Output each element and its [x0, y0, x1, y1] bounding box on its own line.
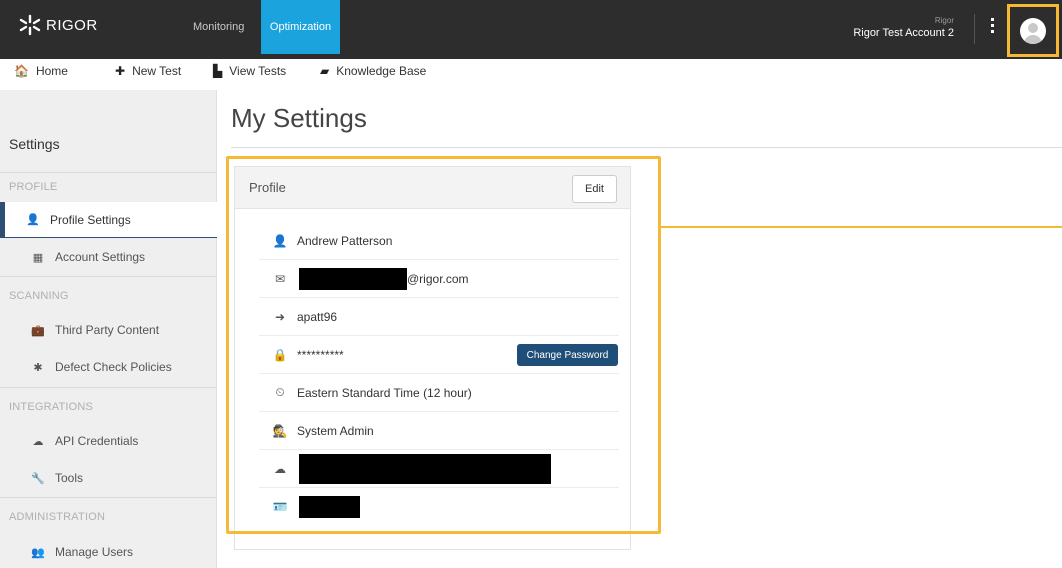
sidebar-item-api-credentials[interactable]: ☁ API Credentials: [0, 423, 217, 459]
section-administration: ADMINISTRATION: [9, 511, 106, 523]
section-scanning: SCANNING: [9, 290, 69, 302]
sidebar-item-label: Defect Check Policies: [55, 360, 172, 374]
account-org-label: Rigor: [934, 16, 954, 25]
rigor-logo-icon: [19, 14, 41, 36]
nav-optimization[interactable]: Optimization: [261, 0, 340, 54]
section-integrations: INTEGRATIONS: [9, 401, 94, 413]
avatar-highlight: [1007, 4, 1059, 57]
sub-nav: 🏠 Home ✚ New Test ▙ View Tests ▰ Knowled…: [0, 59, 1062, 85]
subnav-new-test[interactable]: ✚ New Test: [115, 64, 181, 78]
cloud-icon: ☁: [32, 435, 44, 448]
users-icon: 👥: [31, 546, 45, 559]
nav-monitoring[interactable]: Monitoring: [193, 0, 244, 54]
top-bar: RIGOR Monitoring Optimization Rigor Rigo…: [0, 0, 1062, 59]
briefcase-icon: 💼: [31, 324, 45, 337]
sidebar-item-tools[interactable]: 🔧 Tools: [0, 460, 217, 496]
settings-sidebar: Settings PROFILE 👤 Profile Settings ▦ Ac…: [0, 90, 217, 568]
sidebar-item-profile-settings[interactable]: 👤 Profile Settings: [0, 202, 217, 238]
book-icon: ▰: [320, 64, 330, 78]
brand-logo[interactable]: RIGOR: [18, 14, 98, 36]
sidebar-title: Settings: [9, 136, 60, 152]
subnav-knowledge-base-label: Knowledge Base: [336, 64, 427, 78]
subnav-home-label: Home: [35, 64, 68, 78]
sidebar-item-label: Manage Users: [55, 545, 134, 559]
sidebar-item-label: Third Party Content: [55, 323, 160, 337]
grid-icon: ▦: [32, 251, 44, 264]
page-title: My Settings: [231, 103, 367, 133]
user-icon: 👤: [26, 214, 40, 226]
sidebar-divider: [0, 172, 217, 173]
subnav-view-tests[interactable]: ▙ View Tests: [213, 64, 286, 78]
sidebar-item-label: API Credentials: [55, 434, 139, 448]
subnav-knowledge-base[interactable]: ▰ Knowledge Base: [320, 64, 426, 78]
sidebar-divider: [0, 497, 217, 498]
avatar[interactable]: [1020, 18, 1046, 44]
home-icon: 🏠: [14, 64, 29, 78]
sidebar-divider: [0, 276, 217, 277]
highlight-connector: [661, 226, 1062, 228]
bug-icon: ✱: [33, 361, 43, 374]
bar-chart-icon: ▙: [213, 64, 223, 78]
subnav-view-tests-label: View Tests: [229, 64, 287, 78]
sidebar-item-label: Profile Settings: [50, 212, 131, 227]
account-name[interactable]: Rigor Test Account 2: [853, 27, 954, 39]
sidebar-item-third-party-content[interactable]: 💼 Third Party Content: [0, 312, 217, 348]
title-divider: [231, 147, 1062, 148]
wrench-icon: 🔧: [31, 472, 45, 485]
subnav-home[interactable]: 🏠 Home: [14, 64, 68, 78]
sidebar-item-label: Account Settings: [55, 250, 146, 264]
section-profile: PROFILE: [9, 181, 58, 193]
profile-highlight: [226, 156, 661, 534]
sidebar-item-label: Tools: [55, 471, 84, 485]
kebab-menu-icon[interactable]: [990, 18, 996, 36]
brand-name: RIGOR: [46, 16, 98, 34]
sidebar-item-manage-users[interactable]: 👥 Manage Users: [0, 534, 217, 568]
sidebar-item-account-settings[interactable]: ▦ Account Settings: [0, 239, 217, 275]
sidebar-divider: [0, 387, 217, 388]
plus-icon: ✚: [115, 64, 126, 78]
topbar-divider: [974, 14, 975, 44]
sidebar-item-defect-check-policies[interactable]: ✱ Defect Check Policies: [0, 349, 217, 385]
subnav-new-test-label: New Test: [132, 64, 182, 78]
